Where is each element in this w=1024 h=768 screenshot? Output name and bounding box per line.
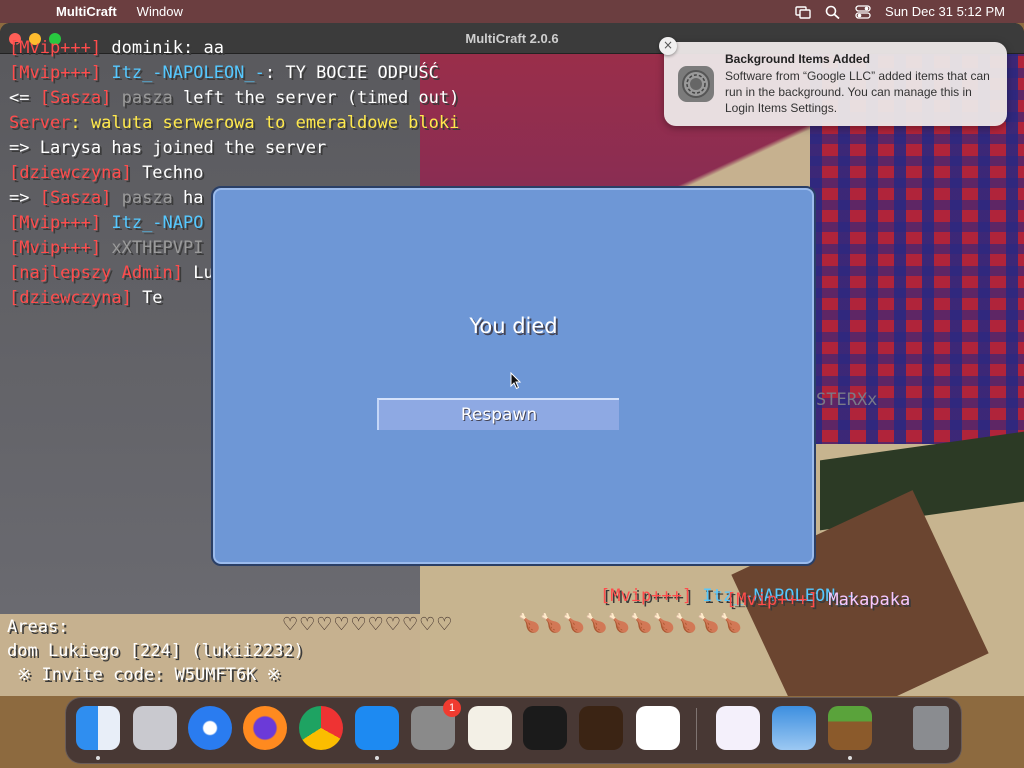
chat-segment: Server — [9, 113, 71, 133]
area-name: dom Lukiego [224] (lukii2232) — [7, 641, 304, 661]
safari-icon[interactable] — [188, 706, 232, 750]
running-indicator — [848, 756, 852, 760]
mouse-cursor-icon — [510, 372, 522, 390]
weather-icon[interactable] — [772, 706, 816, 750]
chat-segment: dominik: aa — [111, 38, 224, 58]
chat-segment: ha — [183, 188, 204, 208]
health-bar: ♡♡♡♡♡♡♡♡♡♡ — [282, 614, 454, 635]
hunger-bar: 🍗🍗🍗🍗🍗🍗🍗🍗🍗🍗 — [518, 613, 743, 634]
nametag-makapaka: [Mvip+++] Makapaka — [726, 590, 911, 610]
launchpad-icon[interactable] — [133, 706, 177, 750]
app-store-icon[interactable] — [355, 706, 399, 750]
chat-segment: pasza — [121, 188, 184, 208]
notification-close-button[interactable]: × — [659, 37, 677, 55]
chat-line: <= [Sasza] pasza left the server (timed … — [9, 86, 459, 111]
respawn-button[interactable]: Respawn — [377, 398, 619, 430]
chrome-icon[interactable] — [299, 706, 343, 750]
chat-segment: left the server (timed out) — [183, 88, 460, 108]
chat-line: Server: waluta serwerowa to emeraldowe b… — [9, 111, 459, 136]
chat-segment: [dziewczyna] — [9, 288, 143, 308]
clock[interactable]: Sun Dec 31 5:12 PM — [885, 4, 1005, 19]
chat-segment: <= — [9, 88, 40, 108]
chat-segment: [Mvip+++] — [9, 238, 112, 258]
menu-bar: MultiCraft Window Sun Dec 31 5:12 PM — [0, 0, 1024, 23]
chat-segment: [Sasza] — [39, 88, 122, 108]
system-settings-icon — [678, 66, 714, 102]
chat-segment: [Sasza] — [39, 188, 122, 208]
control-center-icon[interactable] — [855, 4, 871, 19]
chat-segment: => — [9, 188, 40, 208]
multicraft-icon[interactable] — [828, 706, 872, 750]
running-indicator — [96, 756, 100, 760]
chat-segment: : TY BOCIE ODPUŚĆ — [264, 63, 439, 83]
chat-line: => Larysa has joined the server — [9, 136, 459, 161]
death-message: You died — [469, 314, 558, 338]
chat-segment: Itz_-NAPO — [111, 213, 204, 233]
vscode-icon[interactable] — [636, 706, 680, 750]
notification-body: Software from “Google LLC” added items t… — [725, 69, 990, 115]
trash-icon[interactable] — [913, 706, 949, 750]
chat-segment: [najlepszy Admin] — [9, 263, 194, 283]
menu-window[interactable]: Window — [137, 4, 183, 19]
textedit-icon[interactable] — [468, 706, 512, 750]
chat-line: [dziewczyna] Techno — [9, 161, 459, 186]
chat-segment: : waluta serwerowa to emeraldowe bloki — [70, 113, 460, 133]
nametag-sterxx: STERXx — [816, 390, 878, 410]
chat-segment: => Larysa has joined the server — [9, 138, 327, 158]
chat-segment: xXTHEPVPI — [111, 238, 204, 258]
notification-badge: 1 — [443, 699, 461, 717]
finder-icon[interactable] — [76, 706, 120, 750]
terminal-icon[interactable] — [523, 706, 567, 750]
notification-background-items[interactable]: Background Items Added Software from “Go… — [664, 42, 1007, 126]
dock: 1 — [65, 697, 962, 764]
chat-segment: [Mvip+++] — [9, 63, 112, 83]
areas-panel: Areas: dom Lukiego [224] (lukii2232) ※ I… — [7, 615, 304, 687]
spotlight-search-icon[interactable] — [825, 5, 841, 19]
areas-label: Areas: — [7, 617, 69, 637]
invite-code: ※ Invite code: W5UMFT6K ※ — [17, 665, 281, 685]
chat-line: [Mvip+++] dominik: aa — [9, 36, 459, 61]
chat-segment: Te — [142, 288, 163, 308]
chat-segment: Techno — [142, 163, 204, 183]
chat-line: [Mvip+++] Itz_-NAPOLEON_-: TY BOCIE ODPU… — [9, 61, 459, 86]
garageband-icon[interactable] — [579, 706, 623, 750]
visual-studio-icon[interactable] — [716, 706, 760, 750]
running-indicator — [375, 756, 379, 760]
chat-segment: Itz_-NAPOLEON_- — [111, 63, 265, 83]
system-settings-icon[interactable]: 1 — [411, 699, 461, 750]
screen-mirror-icon[interactable] — [795, 5, 811, 19]
firefox-icon[interactable] — [243, 706, 287, 750]
chat-segment: pasza — [121, 88, 184, 108]
notification-title: Background Items Added — [725, 52, 870, 66]
chat-segment: [dziewczyna] — [9, 163, 143, 183]
dock-divider — [696, 708, 697, 750]
chat-segment: [Mvip+++] — [9, 38, 112, 58]
app-menu-multicraft[interactable]: MultiCraft — [56, 4, 117, 19]
chat-segment: [Mvip+++] — [9, 213, 112, 233]
